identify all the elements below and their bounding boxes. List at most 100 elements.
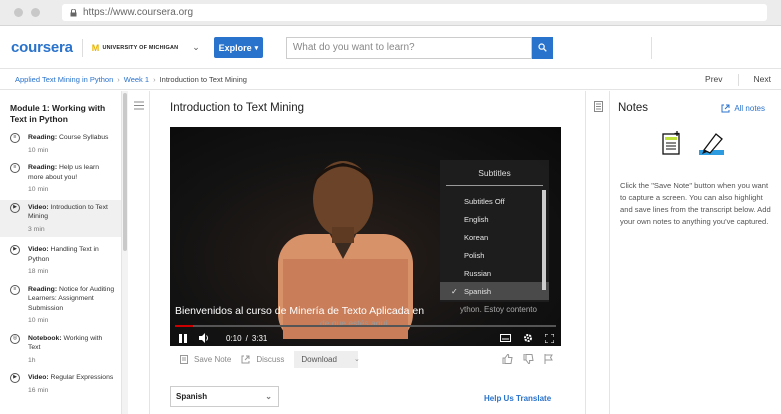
prev-link[interactable]: Prev xyxy=(705,74,722,86)
time-total: 3:31 xyxy=(251,333,268,343)
captions-icon[interactable] xyxy=(500,334,511,342)
reading-icon: ≡ xyxy=(10,163,20,173)
subtitle-option[interactable]: Polish xyxy=(440,246,549,264)
breadcrumb-week[interactable]: Week 1 xyxy=(124,75,149,84)
page-title: Introduction to Text Mining xyxy=(170,102,305,114)
outline-toggle-column xyxy=(128,91,150,414)
subtitle-option[interactable]: Russian xyxy=(440,264,549,282)
item-duration: 18 min xyxy=(28,268,49,275)
time-current: 0:10 xyxy=(226,333,242,343)
menu-scrollbar[interactable] xyxy=(542,190,546,290)
lock-icon xyxy=(70,8,77,16)
nav-divider xyxy=(737,74,739,86)
subtitle-option[interactable]: Subtitles Off xyxy=(440,192,549,210)
external-link-icon xyxy=(721,104,730,113)
transcript-language-select[interactable]: Spanish ⌄ xyxy=(170,386,279,407)
address-bar[interactable]: https://www.coursera.org xyxy=(62,4,767,21)
chevron-down-icon: ▾ xyxy=(254,44,259,52)
item-type: Reading: xyxy=(28,164,58,171)
search-button[interactable] xyxy=(531,36,553,59)
window-dot-close[interactable] xyxy=(14,8,23,17)
download-label: Download xyxy=(301,354,337,364)
sidebar-item[interactable]: ≡ Reading: Notice for Auditing Learners:… xyxy=(0,284,121,326)
chevron-down-icon: ⌄ xyxy=(353,356,360,363)
highlighter-icon xyxy=(699,133,724,155)
reading-icon: ≡ xyxy=(10,284,20,295)
item-duration: 16 min xyxy=(28,386,49,394)
notes-icon[interactable] xyxy=(594,101,603,112)
item-duration: 1h xyxy=(28,356,36,364)
video-player[interactable]: Subtitles Subtitles Off English Korean P… xyxy=(170,127,561,346)
play-icon: ▶ xyxy=(10,373,20,383)
time-separator: / xyxy=(245,333,248,343)
item-type: Reading: xyxy=(28,134,58,141)
reading-icon: ≡ xyxy=(10,133,20,143)
external-link-icon xyxy=(241,355,250,363)
thumbs-up-icon[interactable] xyxy=(502,354,513,364)
prev-next-nav: Prev Next xyxy=(705,74,771,86)
breadcrumb: Applied Text Mining in Python › Week 1 ›… xyxy=(0,70,781,90)
partner-name: UNIVERSITY OF MICHIGAN xyxy=(102,44,179,51)
fullscreen-icon[interactable] xyxy=(545,333,554,343)
subtitle-option[interactable]: Korean xyxy=(440,228,549,246)
subtitle-option[interactable]: English xyxy=(440,210,549,228)
play-icon: ▶ xyxy=(10,245,20,255)
sidebar-item[interactable]: ▶ Video: Regular Expressions 16 min xyxy=(0,373,121,395)
pause-icon[interactable] xyxy=(179,333,187,343)
sidebar-item-active[interactable]: ▶ Video: Introduction to Text Mining 3 m… xyxy=(0,199,121,237)
item-type: Video: xyxy=(28,246,49,253)
video-controls: 0:10 / 3:31 xyxy=(170,330,561,346)
item-type: Notebook: xyxy=(28,334,62,342)
breadcrumb-course[interactable]: Applied Text Mining in Python xyxy=(15,75,113,84)
gear-icon[interactable] xyxy=(523,333,533,343)
caption-line-1-tail: ython. Estoy contento xyxy=(460,305,537,314)
thumbs-down-icon[interactable] xyxy=(523,354,534,364)
browser-chrome: https://www.coursera.org xyxy=(0,0,781,26)
window-dot-minimize[interactable] xyxy=(31,8,40,17)
notes-illustration xyxy=(662,131,726,157)
chevron-down-icon: ⌄ xyxy=(265,392,272,401)
sidebar-item[interactable]: ≡ Reading: Help us learn more about you!… xyxy=(0,163,121,195)
notes-title: Notes xyxy=(618,102,649,114)
explore-button[interactable]: Explore ▾ xyxy=(213,37,263,58)
help-translate-link[interactable]: Help Us Translate xyxy=(484,394,551,403)
item-title: Regular Expressions xyxy=(50,374,114,381)
search-input[interactable]: What do you want to learn? xyxy=(285,36,532,59)
list-icon[interactable] xyxy=(134,101,144,110)
flag-icon[interactable] xyxy=(544,354,553,364)
chevron-down-icon[interactable]: ⌄ xyxy=(192,42,200,53)
notes-panel: Notes All notes Click the "Save Note" bu… xyxy=(610,91,781,414)
item-title: Course Syllabus xyxy=(58,134,109,141)
item-type: Video: xyxy=(28,203,49,211)
volume-icon[interactable] xyxy=(199,333,210,343)
caption-line-1: Bienvenidos al curso de Minería de Texto… xyxy=(175,305,425,317)
sidebar-item[interactable]: ≡ Reading: Course Syllabus 10 min xyxy=(0,133,121,155)
partner-logo[interactable]: M UNIVERSITY OF MICHIGAN xyxy=(92,43,179,53)
notes-toggle-column xyxy=(585,91,610,414)
next-link[interactable]: Next xyxy=(754,74,771,86)
coursera-logo[interactable]: coursera xyxy=(11,39,73,56)
header-divider xyxy=(81,38,83,57)
site-header: coursera M UNIVERSITY OF MICHIGAN ⌄ Expl… xyxy=(0,27,781,69)
all-notes-link[interactable]: All notes xyxy=(721,104,765,113)
header-separator xyxy=(651,37,652,59)
discuss-button[interactable]: Discuss xyxy=(241,355,284,364)
save-note-button[interactable]: Save Note xyxy=(180,354,231,364)
notebook-icon: ◎ xyxy=(10,333,20,344)
search-icon xyxy=(538,43,547,52)
sidebar-item[interactable]: ▶ Video: Handling Text in Python 18 min xyxy=(0,245,121,277)
michigan-m-icon: M xyxy=(91,42,100,53)
browser-window: https://www.coursera.org coursera M UNIV… xyxy=(0,0,781,414)
video-action-bar: Save Note Discuss Download ⌄ xyxy=(170,347,561,371)
subtitle-option-selected[interactable]: ✓ Spanish xyxy=(440,282,549,300)
item-duration: 10 min xyxy=(28,317,49,324)
download-dropdown[interactable]: Download ⌄ xyxy=(294,350,360,368)
video-progress-bar[interactable] xyxy=(175,325,556,327)
discuss-label: Discuss xyxy=(256,354,285,364)
scrollbar-thumb[interactable] xyxy=(123,93,127,251)
sidebar-item[interactable]: ◎ Notebook: Working with Text 1h xyxy=(0,333,121,366)
check-icon: ✓ xyxy=(451,286,458,296)
subtitles-menu-title: Subtitles xyxy=(446,160,543,186)
notepad-icon xyxy=(662,131,680,155)
url-text: https://www.coursera.org xyxy=(83,7,194,18)
